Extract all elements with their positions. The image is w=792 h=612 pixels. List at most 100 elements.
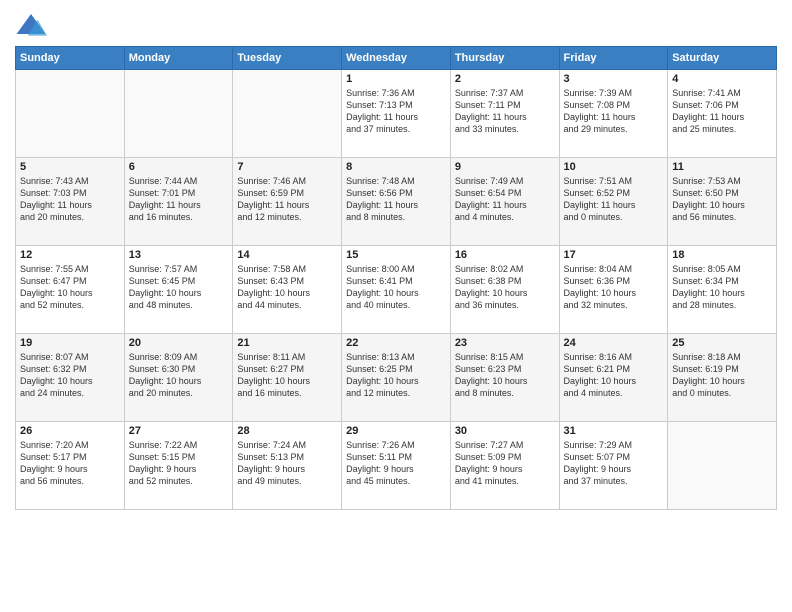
day-number: 26 bbox=[20, 425, 120, 437]
calendar-cell bbox=[124, 70, 233, 158]
calendar-cell: 2 Sunrise: 7:37 AM Sunset: 7:11 PM Daylig… bbox=[450, 70, 559, 158]
day-info: Sunrise: 8:16 AM Sunset: 6:21 PM Dayligh… bbox=[564, 351, 664, 400]
calendar-cell: 26 Sunrise: 7:20 AM Sunset: 5:17 PM Dayli… bbox=[16, 422, 125, 510]
calendar-cell: 22 Sunrise: 8:13 AM Sunset: 6:25 PM Dayli… bbox=[342, 334, 451, 422]
calendar-cell: 5 Sunrise: 7:43 AM Sunset: 7:03 PM Daylig… bbox=[16, 158, 125, 246]
calendar-cell: 21Sunrise: 8:11 AM Sunset: 6:27 PM Dayli… bbox=[233, 334, 342, 422]
calendar-cell: 15 Sunrise: 8:00 AM Sunset: 6:41 PM Dayli… bbox=[342, 246, 451, 334]
day-info: Sunrise: 7:53 AM Sunset: 6:50 PM Dayligh… bbox=[672, 175, 772, 224]
day-info: Sunrise: 7:55 AM Sunset: 6:47 PM Dayligh… bbox=[20, 263, 120, 312]
day-info: Sunrise: 8:15 AM Sunset: 6:23 PM Dayligh… bbox=[455, 351, 555, 400]
day-number: 20 bbox=[129, 337, 229, 349]
calendar-cell: 4Sunrise: 7:41 AM Sunset: 7:06 PM Daylig… bbox=[668, 70, 777, 158]
day-number: 10 bbox=[564, 161, 664, 173]
weekday-header-thursday: Thursday bbox=[450, 47, 559, 70]
weekday-header-monday: Monday bbox=[124, 47, 233, 70]
calendar-week-1: 1 Sunrise: 7:36 AM Sunset: 7:13 PM Daylig… bbox=[16, 70, 777, 158]
day-number: 19 bbox=[20, 337, 120, 349]
weekday-header-saturday: Saturday bbox=[668, 47, 777, 70]
day-info: Sunrise: 8:04 AM Sunset: 6:36 PM Dayligh… bbox=[564, 263, 664, 312]
day-number: 6 bbox=[129, 161, 229, 173]
calendar-cell: 27Sunrise: 7:22 AM Sunset: 5:15 PM Dayli… bbox=[124, 422, 233, 510]
day-info: Sunrise: 7:58 AM Sunset: 6:43 PM Dayligh… bbox=[237, 263, 337, 312]
weekday-header-tuesday: Tuesday bbox=[233, 47, 342, 70]
day-info: Sunrise: 8:05 AM Sunset: 6:34 PM Dayligh… bbox=[672, 263, 772, 312]
calendar-cell: 23 Sunrise: 8:15 AM Sunset: 6:23 PM Dayli… bbox=[450, 334, 559, 422]
day-number: 15 bbox=[346, 249, 446, 261]
calendar-cell: 10Sunrise: 7:51 AM Sunset: 6:52 PM Dayli… bbox=[559, 158, 668, 246]
day-number: 22 bbox=[346, 337, 446, 349]
day-number: 3 bbox=[564, 73, 664, 85]
calendar-cell: 8Sunrise: 7:48 AM Sunset: 6:56 PM Daylig… bbox=[342, 158, 451, 246]
day-number: 14 bbox=[237, 249, 337, 261]
day-number: 13 bbox=[129, 249, 229, 261]
calendar-cell: 25 Sunrise: 8:18 AM Sunset: 6:19 PM Dayli… bbox=[668, 334, 777, 422]
calendar-cell: 24 Sunrise: 8:16 AM Sunset: 6:21 PM Dayli… bbox=[559, 334, 668, 422]
day-info: Sunrise: 7:49 AM Sunset: 6:54 PM Dayligh… bbox=[455, 175, 555, 224]
day-info: Sunrise: 7:41 AM Sunset: 7:06 PM Dayligh… bbox=[672, 87, 772, 136]
calendar-cell: 30 Sunrise: 7:27 AM Sunset: 5:09 PM Dayli… bbox=[450, 422, 559, 510]
day-info: Sunrise: 7:22 AM Sunset: 5:15 PM Dayligh… bbox=[129, 439, 229, 488]
day-info: Sunrise: 7:39 AM Sunset: 7:08 PM Dayligh… bbox=[564, 87, 664, 136]
day-number: 24 bbox=[564, 337, 664, 349]
weekday-header-row: SundayMondayTuesdayWednesdayThursdayFrid… bbox=[16, 47, 777, 70]
day-number: 17 bbox=[564, 249, 664, 261]
day-info: Sunrise: 7:48 AM Sunset: 6:56 PM Dayligh… bbox=[346, 175, 446, 224]
day-info: Sunrise: 7:27 AM Sunset: 5:09 PM Dayligh… bbox=[455, 439, 555, 488]
weekday-header-wednesday: Wednesday bbox=[342, 47, 451, 70]
calendar-cell: 19 Sunrise: 8:07 AM Sunset: 6:32 PM Dayli… bbox=[16, 334, 125, 422]
day-info: Sunrise: 8:18 AM Sunset: 6:19 PM Dayligh… bbox=[672, 351, 772, 400]
calendar-cell bbox=[668, 422, 777, 510]
day-info: Sunrise: 7:37 AM Sunset: 7:11 PM Dayligh… bbox=[455, 87, 555, 136]
day-info: Sunrise: 8:09 AM Sunset: 6:30 PM Dayligh… bbox=[129, 351, 229, 400]
logo bbox=[15, 10, 51, 42]
calendar-cell: 13 Sunrise: 7:57 AM Sunset: 6:45 PM Dayli… bbox=[124, 246, 233, 334]
day-info: Sunrise: 8:13 AM Sunset: 6:25 PM Dayligh… bbox=[346, 351, 446, 400]
calendar-week-3: 12 Sunrise: 7:55 AM Sunset: 6:47 PM Dayli… bbox=[16, 246, 777, 334]
calendar-cell: 17 Sunrise: 8:04 AM Sunset: 6:36 PM Dayli… bbox=[559, 246, 668, 334]
day-info: Sunrise: 8:07 AM Sunset: 6:32 PM Dayligh… bbox=[20, 351, 120, 400]
logo-icon bbox=[15, 10, 47, 42]
day-number: 21 bbox=[237, 337, 337, 349]
day-number: 18 bbox=[672, 249, 772, 261]
calendar-cell: 18 Sunrise: 8:05 AM Sunset: 6:34 PM Dayli… bbox=[668, 246, 777, 334]
day-info: Sunrise: 8:02 AM Sunset: 6:38 PM Dayligh… bbox=[455, 263, 555, 312]
day-number: 29 bbox=[346, 425, 446, 437]
calendar-table: SundayMondayTuesdayWednesdayThursdayFrid… bbox=[15, 46, 777, 510]
day-number: 25 bbox=[672, 337, 772, 349]
calendar-cell: 1 Sunrise: 7:36 AM Sunset: 7:13 PM Daylig… bbox=[342, 70, 451, 158]
calendar-cell bbox=[233, 70, 342, 158]
calendar-cell: 6 Sunrise: 7:44 AM Sunset: 7:01 PM Daylig… bbox=[124, 158, 233, 246]
day-info: Sunrise: 7:26 AM Sunset: 5:11 PM Dayligh… bbox=[346, 439, 446, 488]
day-info: Sunrise: 7:43 AM Sunset: 7:03 PM Dayligh… bbox=[20, 175, 120, 224]
day-number: 30 bbox=[455, 425, 555, 437]
calendar-body: 1 Sunrise: 7:36 AM Sunset: 7:13 PM Daylig… bbox=[16, 70, 777, 510]
calendar-cell: 7Sunrise: 7:46 AM Sunset: 6:59 PM Daylig… bbox=[233, 158, 342, 246]
calendar-cell: 28 Sunrise: 7:24 AM Sunset: 5:13 PM Dayli… bbox=[233, 422, 342, 510]
day-info: Sunrise: 7:36 AM Sunset: 7:13 PM Dayligh… bbox=[346, 87, 446, 136]
day-info: Sunrise: 7:57 AM Sunset: 6:45 PM Dayligh… bbox=[129, 263, 229, 312]
day-number: 2 bbox=[455, 73, 555, 85]
day-info: Sunrise: 7:20 AM Sunset: 5:17 PM Dayligh… bbox=[20, 439, 120, 488]
calendar-cell: 11Sunrise: 7:53 AM Sunset: 6:50 PM Dayli… bbox=[668, 158, 777, 246]
calendar-week-2: 5 Sunrise: 7:43 AM Sunset: 7:03 PM Daylig… bbox=[16, 158, 777, 246]
calendar-cell: 12 Sunrise: 7:55 AM Sunset: 6:47 PM Dayli… bbox=[16, 246, 125, 334]
weekday-header-sunday: Sunday bbox=[16, 47, 125, 70]
calendar-cell bbox=[16, 70, 125, 158]
day-info: Sunrise: 7:44 AM Sunset: 7:01 PM Dayligh… bbox=[129, 175, 229, 224]
day-number: 5 bbox=[20, 161, 120, 173]
calendar-week-5: 26 Sunrise: 7:20 AM Sunset: 5:17 PM Dayli… bbox=[16, 422, 777, 510]
day-number: 1 bbox=[346, 73, 446, 85]
day-info: Sunrise: 7:24 AM Sunset: 5:13 PM Dayligh… bbox=[237, 439, 337, 488]
day-number: 12 bbox=[20, 249, 120, 261]
page-container: SundayMondayTuesdayWednesdayThursdayFrid… bbox=[0, 0, 792, 515]
day-info: Sunrise: 7:29 AM Sunset: 5:07 PM Dayligh… bbox=[564, 439, 664, 488]
header bbox=[15, 10, 777, 42]
calendar-cell: 20 Sunrise: 8:09 AM Sunset: 6:30 PM Dayli… bbox=[124, 334, 233, 422]
day-info: Sunrise: 7:46 AM Sunset: 6:59 PM Dayligh… bbox=[237, 175, 337, 224]
day-info: Sunrise: 8:00 AM Sunset: 6:41 PM Dayligh… bbox=[346, 263, 446, 312]
day-number: 23 bbox=[455, 337, 555, 349]
day-number: 28 bbox=[237, 425, 337, 437]
day-number: 16 bbox=[455, 249, 555, 261]
calendar-cell: 3 Sunrise: 7:39 AM Sunset: 7:08 PM Daylig… bbox=[559, 70, 668, 158]
